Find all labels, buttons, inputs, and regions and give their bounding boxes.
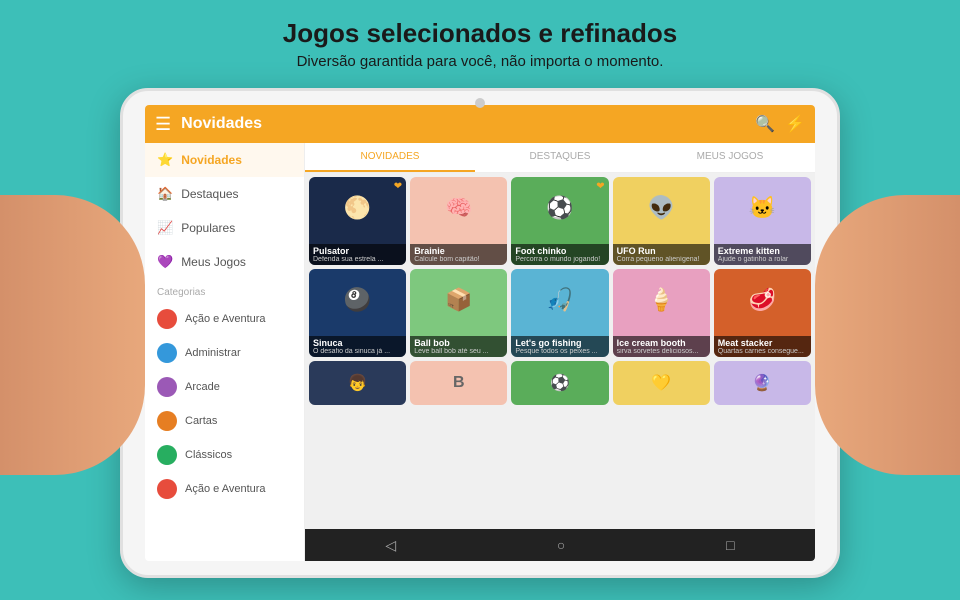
game-pulsator[interactable]: 🌕 Pulsator Defenda sua estrela ... ❤ bbox=[309, 177, 406, 265]
game-partial-3[interactable]: ⚽ bbox=[511, 361, 608, 405]
category-icon-admin bbox=[157, 343, 177, 363]
game-partial-1[interactable]: 👦 bbox=[309, 361, 406, 405]
tab-destaques[interactable]: DESTAQUES bbox=[475, 143, 645, 172]
extremekitten-name: Extreme kitten bbox=[718, 246, 807, 256]
tab-meusjogos[interactable]: MEUS JOGOS bbox=[645, 143, 815, 172]
games-area: 🌕 Pulsator Defenda sua estrela ... ❤ 🧠 B… bbox=[305, 173, 815, 529]
footchinko-desc: Percorra o mundo jogando! bbox=[515, 256, 604, 263]
uforun-name: UFO Run bbox=[617, 246, 706, 256]
game-lets-go-fishing[interactable]: 🎣 Let's go fishing Pesque todos os peixe… bbox=[511, 269, 608, 357]
category-icon-acao1 bbox=[157, 309, 177, 329]
letsgofishing-name: Let's go fishing bbox=[515, 338, 604, 348]
games-row-2: 🎱 Sinuca O desafio da sinuca já ... 📦 Ba… bbox=[309, 269, 811, 357]
game-ufo-run[interactable]: 👽 UFO Run Corra pequeno alienígena! bbox=[613, 177, 710, 265]
ballbob-name: Ball bob bbox=[414, 338, 503, 348]
sidebar-item-destaques[interactable]: 🏠 Destaques bbox=[145, 177, 304, 211]
category-icon-acao2 bbox=[157, 479, 177, 499]
tablet-screen: ☰ Novidades 🔍 ⚡ ⭐ Novidades 🏠 Destaques bbox=[145, 105, 815, 561]
sidebar-item-destaques-label: Destaques bbox=[181, 187, 238, 201]
sinuca-name: Sinuca bbox=[313, 338, 402, 348]
categories-header: Categorias bbox=[145, 279, 304, 302]
game-sinuca[interactable]: 🎱 Sinuca O desafio da sinuca já ... bbox=[309, 269, 406, 357]
game-ball-bob[interactable]: 📦 Ball bob Leve ball bob até seu ... bbox=[410, 269, 507, 357]
meatstacker-name: Meat stacker bbox=[718, 338, 807, 348]
android-nav-bar: ◁ ○ □ bbox=[305, 529, 815, 561]
icecreambooth-name: Ice cream booth bbox=[617, 338, 706, 348]
sidebar-item-populares-label: Populares bbox=[181, 221, 235, 235]
pulsator-name: Pulsator bbox=[313, 246, 402, 256]
meatstacker-desc: Quartas carnes consegue... bbox=[718, 348, 807, 355]
category-acao-aventura-1[interactable]: Ação e Aventura bbox=[145, 302, 304, 336]
category-icon-arcade bbox=[157, 377, 177, 397]
hero-title: Jogos selecionados e refinados bbox=[0, 18, 960, 49]
sinuca-desc: O desafio da sinuca já ... bbox=[313, 348, 402, 355]
games-row-3: 👦 B ⚽ 💛 🔮 bbox=[309, 361, 811, 405]
sidebar-item-populares[interactable]: 📈 Populares bbox=[145, 211, 304, 245]
nav-back-button[interactable]: ◁ bbox=[385, 537, 396, 554]
icecreambooth-desc: sirva sorvetes deliciosos... bbox=[617, 348, 706, 355]
search-icon[interactable]: 🔍 bbox=[755, 114, 775, 134]
game-partial-5[interactable]: 🔮 bbox=[714, 361, 811, 405]
tablet-camera bbox=[475, 98, 485, 108]
sidebar-item-meusjogos-label: Meus Jogos bbox=[181, 255, 246, 269]
category-icon-cartas bbox=[157, 411, 177, 431]
category-acao-aventura-2[interactable]: Ação e Aventura bbox=[145, 472, 304, 506]
games-row-1: 🌕 Pulsator Defenda sua estrela ... ❤ 🧠 B… bbox=[309, 177, 811, 265]
game-brainie[interactable]: 🧠 Brainie Calcule bom capitão! bbox=[410, 177, 507, 265]
app-header-title: Novidades bbox=[181, 115, 755, 133]
game-extreme-kitten[interactable]: 🐱 Extreme kitten Ajude o gatinho a rolar bbox=[714, 177, 811, 265]
category-label-admin: Administrar bbox=[185, 347, 241, 359]
category-classicos[interactable]: Clássicos bbox=[145, 438, 304, 472]
category-label-cartas: Cartas bbox=[185, 415, 217, 427]
tab-novidades[interactable]: NOVIDADES bbox=[305, 143, 475, 172]
brainie-desc: Calcule bom capitão! bbox=[414, 256, 503, 263]
hero-section: Jogos selecionados e refinados Diversão … bbox=[0, 0, 960, 70]
extremekitten-desc: Ajude o gatinho a rolar bbox=[718, 256, 807, 263]
nav-home-button[interactable]: ○ bbox=[557, 537, 565, 553]
ballbob-desc: Leve ball bob até seu ... bbox=[414, 348, 503, 355]
category-label-classicos: Clássicos bbox=[185, 449, 232, 461]
hero-subtitle: Diversão garantida para você, não import… bbox=[0, 53, 960, 70]
category-cartas[interactable]: Cartas bbox=[145, 404, 304, 438]
sidebar-item-novidades-label: Novidades bbox=[181, 153, 242, 167]
game-partial-4[interactable]: 💛 bbox=[613, 361, 710, 405]
app-body: ⭐ Novidades 🏠 Destaques 📈 Populares 💜 Me… bbox=[145, 143, 815, 561]
game-ice-cream-booth[interactable]: 🍦 Ice cream booth sirva sorvetes delicio… bbox=[613, 269, 710, 357]
tablet-frame: ☰ Novidades 🔍 ⚡ ⭐ Novidades 🏠 Destaques bbox=[120, 88, 840, 578]
sidebar: ⭐ Novidades 🏠 Destaques 📈 Populares 💜 Me… bbox=[145, 143, 305, 561]
category-label-arcade: Arcade bbox=[185, 381, 220, 393]
game-foot-chinko[interactable]: ⚽ Foot chinko Percorra o mundo jogando! … bbox=[511, 177, 608, 265]
brainie-name: Brainie bbox=[414, 246, 503, 256]
uforun-desc: Corra pequeno alienígena! bbox=[617, 256, 706, 263]
novidades-icon: ⭐ bbox=[157, 152, 173, 168]
footchinko-name: Foot chinko bbox=[515, 246, 604, 256]
category-label-acao1: Ação e Aventura bbox=[185, 313, 266, 325]
main-content: NOVIDADES DESTAQUES MEUS JOGOS 🌕 Pulsato… bbox=[305, 143, 815, 561]
game-partial-2[interactable]: B bbox=[410, 361, 507, 405]
pulsator-desc: Defenda sua estrela ... bbox=[313, 256, 402, 263]
hand-left bbox=[0, 195, 145, 475]
category-icon-classicos bbox=[157, 445, 177, 465]
nav-recent-button[interactable]: □ bbox=[726, 537, 734, 553]
sidebar-item-meusjogos[interactable]: 💜 Meus Jogos bbox=[145, 245, 304, 279]
sidebar-item-novidades[interactable]: ⭐ Novidades bbox=[145, 143, 304, 177]
flash-icon[interactable]: ⚡ bbox=[785, 114, 805, 134]
category-administrar[interactable]: Administrar bbox=[145, 336, 304, 370]
meusjogos-icon: 💜 bbox=[157, 254, 173, 270]
letsgofishing-desc: Pesque todos os peixes ... bbox=[515, 348, 604, 355]
hamburger-icon[interactable]: ☰ bbox=[155, 114, 171, 135]
game-meat-stacker[interactable]: 🥩 Meat stacker Quartas carnes consegue..… bbox=[714, 269, 811, 357]
category-label-acao2: Ação e Aventura bbox=[185, 483, 266, 495]
category-arcade[interactable]: Arcade bbox=[145, 370, 304, 404]
header-icons: 🔍 ⚡ bbox=[755, 114, 805, 134]
hand-right bbox=[815, 195, 960, 475]
destaques-icon: 🏠 bbox=[157, 186, 173, 202]
populares-icon: 📈 bbox=[157, 220, 173, 236]
app-header: ☰ Novidades 🔍 ⚡ bbox=[145, 105, 815, 143]
tabs-bar: NOVIDADES DESTAQUES MEUS JOGOS bbox=[305, 143, 815, 173]
